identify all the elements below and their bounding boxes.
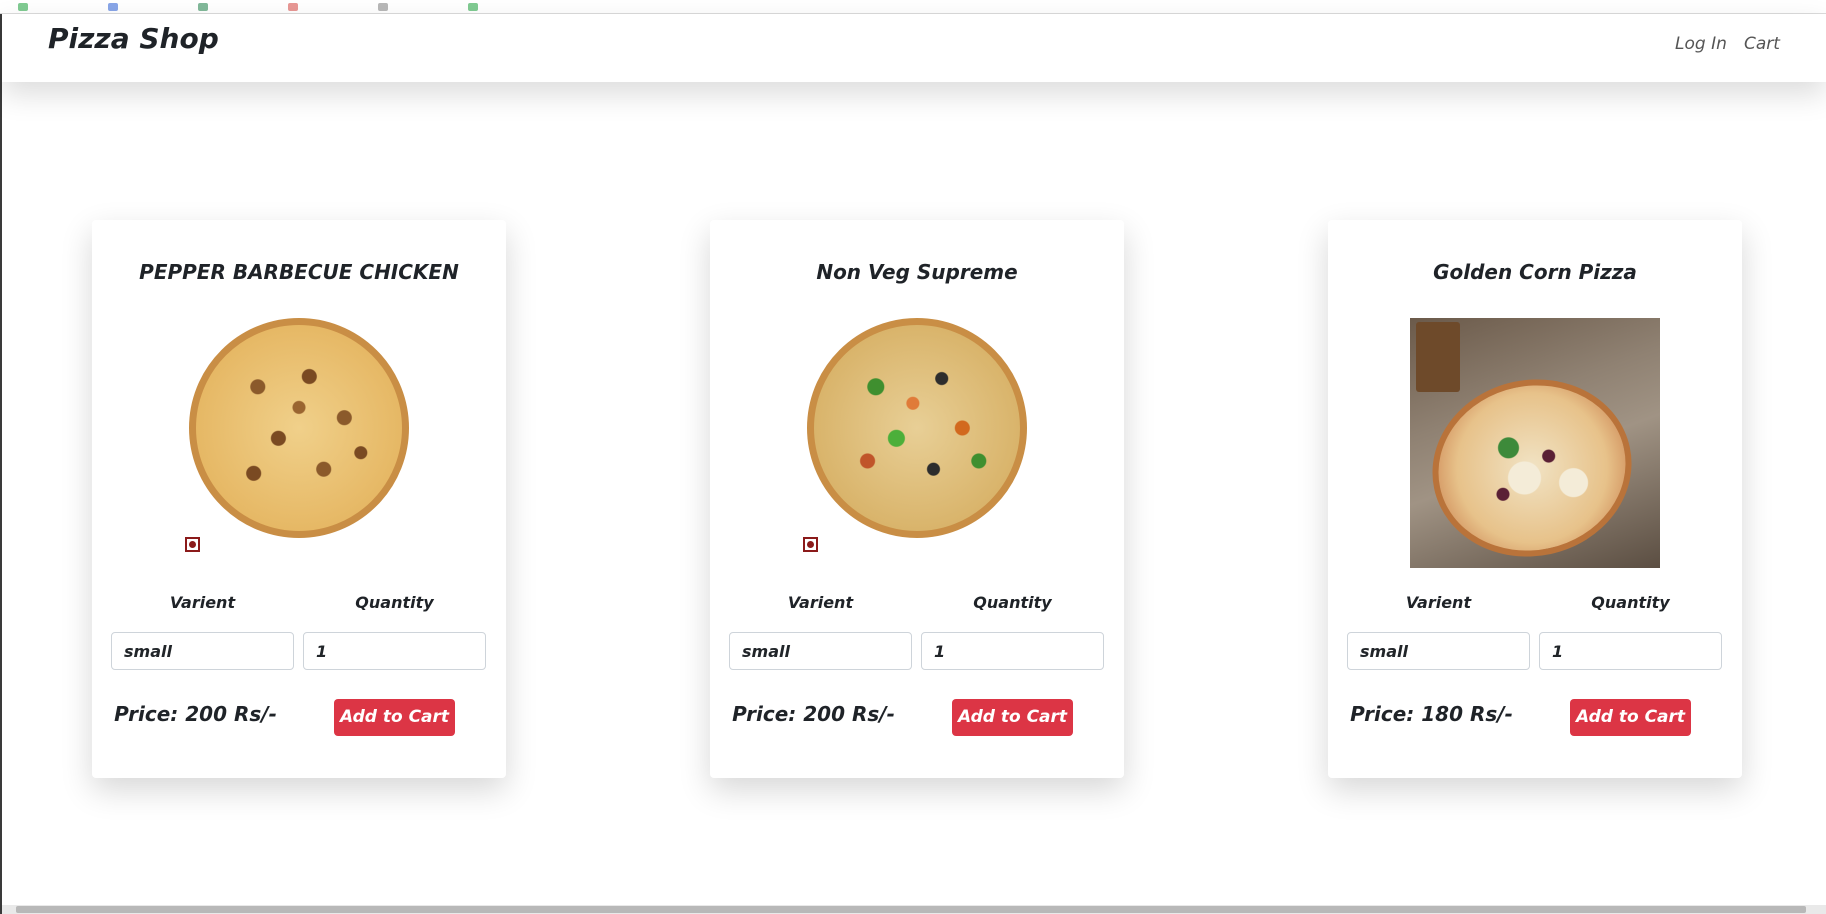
bookmark-icon[interactable] — [198, 2, 208, 11]
quantity-input[interactable]: 1 — [303, 632, 486, 670]
price-text: Price: 180 Rs/- — [1350, 702, 1513, 726]
quantity-label: Quantity — [355, 593, 434, 612]
pizza-image — [807, 318, 1027, 538]
navbar: Pizza Shop Log In Cart — [2, 14, 1826, 82]
bookmark-icon[interactable] — [378, 2, 388, 11]
bookmarks-bar — [0, 0, 1826, 14]
scrollbar-thumb[interactable] — [16, 906, 1806, 913]
varient-label: Varient — [169, 593, 236, 612]
bookmark-icon[interactable] — [468, 2, 478, 11]
pizza-image — [189, 318, 409, 538]
price-text: Price: 200 Rs/- — [114, 702, 277, 726]
quantity-label: Quantity — [973, 593, 1052, 612]
add-to-cart-button[interactable]: Add to Cart — [1570, 699, 1691, 736]
pizza-name: Non Veg Supreme — [816, 260, 1018, 284]
pizza-card: PEPPER BARBECUE CHICKEN Varient Quantity… — [92, 220, 506, 778]
horizontal-scrollbar[interactable] — [2, 905, 1826, 914]
cart-link[interactable]: Cart — [1744, 34, 1780, 54]
brand-title[interactable]: Pizza Shop — [48, 22, 219, 55]
varient-label: Varient — [787, 593, 854, 612]
pizza-photo — [1410, 318, 1660, 568]
window-edge — [0, 14, 2, 914]
nonveg-mark-icon — [803, 537, 818, 552]
varient-select[interactable]: small — [729, 632, 912, 670]
varient-select[interactable]: small — [1347, 632, 1530, 670]
pizza-card: Non Veg Supreme Varient Quantity small 1… — [710, 220, 1124, 778]
pizza-bbq-chicken-image[interactable] — [189, 318, 409, 538]
bookmark-icon[interactable] — [288, 2, 298, 11]
quantity-input[interactable]: 1 — [1539, 632, 1722, 670]
nonveg-mark-icon — [185, 537, 200, 552]
pizza-name: PEPPER BARBECUE CHICKEN — [139, 260, 459, 284]
pizza-card: Golden Corn Pizza Varient Quantity small… — [1328, 220, 1742, 778]
add-to-cart-button[interactable]: Add to Cart — [334, 699, 455, 736]
quantity-input[interactable]: 1 — [921, 632, 1104, 670]
napkin-holder — [1416, 322, 1460, 392]
varient-label: Varient — [1405, 593, 1472, 612]
add-to-cart-button[interactable]: Add to Cart — [952, 699, 1073, 736]
pizza-nonveg-supreme-image[interactable] — [807, 318, 1027, 538]
pizza-golden-corn-photo[interactable] — [1410, 318, 1660, 568]
price-text: Price: 200 Rs/- — [732, 702, 895, 726]
pizza-name: Golden Corn Pizza — [1433, 260, 1637, 284]
quantity-label: Quantity — [1591, 593, 1670, 612]
bookmark-icon[interactable] — [18, 2, 28, 11]
pizza-image — [1415, 361, 1649, 568]
bookmark-icon[interactable] — [108, 2, 118, 11]
login-link[interactable]: Log In — [1675, 34, 1727, 54]
varient-select[interactable]: small — [111, 632, 294, 670]
